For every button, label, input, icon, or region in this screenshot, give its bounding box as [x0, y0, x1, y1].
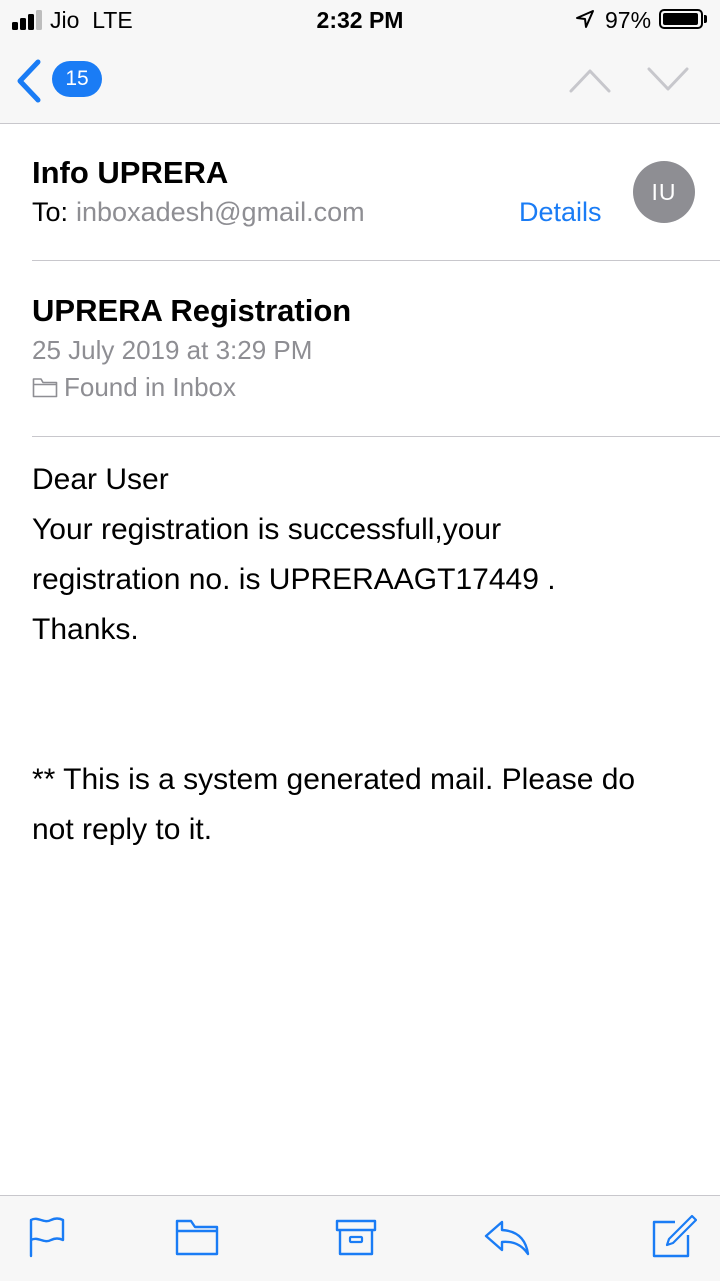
battery-percent: 97%: [605, 7, 652, 33]
chevron-up-icon[interactable]: [568, 66, 612, 94]
location-arrow-icon: [576, 10, 594, 28]
unread-count-badge[interactable]: 15: [52, 61, 102, 97]
compose-icon[interactable]: [651, 1214, 697, 1258]
sender-name[interactable]: Info UPRERA: [32, 155, 228, 191]
body-line: Your registration is successfull,your: [32, 513, 502, 546]
folder-icon: [32, 378, 58, 398]
mailbox-label: Found in Inbox: [64, 372, 237, 402]
body-line: Dear User: [32, 463, 169, 496]
message-date: 25 July 2019 at 3:29 PM: [32, 335, 313, 365]
flag-icon[interactable]: [24, 1214, 70, 1258]
mailbox-location: Found in Inbox: [32, 372, 236, 403]
reply-icon[interactable]: [484, 1214, 530, 1258]
chevron-down-icon[interactable]: [646, 66, 690, 94]
folder-icon[interactable]: [174, 1214, 220, 1258]
header-divider: [32, 260, 720, 261]
status-bar: Jio LTE 2:32 PM 97%: [0, 0, 720, 40]
archive-icon[interactable]: [333, 1214, 379, 1258]
battery-nub: [704, 15, 707, 23]
details-link[interactable]: Details: [519, 197, 602, 228]
recipient-address[interactable]: inboxadesh@gmail.com: [76, 197, 365, 227]
battery-icon: [659, 9, 703, 29]
chevron-left-icon[interactable]: [14, 58, 44, 104]
avatar: IU: [633, 161, 695, 223]
subject-line: UPRERA Registration: [32, 293, 352, 328]
body-line: ** This is a system generated mail. Plea…: [32, 763, 636, 796]
subject-divider: [32, 436, 720, 437]
recipient-row: To: inboxadesh@gmail.com: [32, 197, 365, 228]
body-line: registration no. is UPRERAAGT17449 .: [32, 563, 556, 596]
message-body: Dear User Your registration is successfu…: [32, 455, 702, 855]
body-line: Thanks.: [32, 613, 139, 646]
body-line: not reply to it.: [32, 813, 213, 846]
to-label: To:: [32, 197, 69, 227]
navigation-bar: 15: [0, 40, 720, 124]
bottom-toolbar: [0, 1195, 720, 1281]
battery-fill: [663, 13, 698, 25]
